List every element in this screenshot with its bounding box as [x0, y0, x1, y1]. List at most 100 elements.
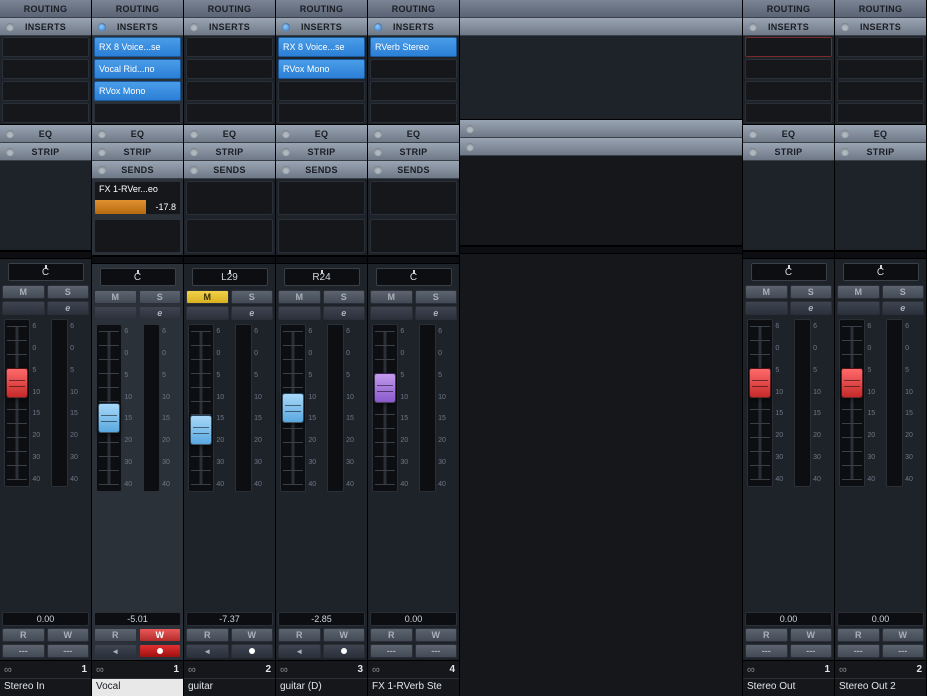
- strip-header[interactable]: STRIP: [835, 143, 926, 161]
- write-button[interactable]: W: [323, 628, 366, 642]
- read-button[interactable]: R: [2, 628, 45, 642]
- insert-slot[interactable]: [745, 59, 832, 79]
- edit-button[interactable]: e: [882, 301, 925, 315]
- insert-slot[interactable]: RVerb Stereo: [370, 37, 457, 57]
- power-dot-icon[interactable]: [841, 23, 849, 31]
- routing-header[interactable]: ROUTING: [276, 0, 367, 18]
- track-name-input[interactable]: guitar: [184, 678, 275, 696]
- power-dot-icon[interactable]: [190, 130, 198, 138]
- fader-knob[interactable]: [282, 393, 304, 423]
- insert-slot[interactable]: [837, 81, 924, 101]
- link-icon[interactable]: ∞: [4, 664, 18, 676]
- record-button[interactable]: [323, 644, 366, 658]
- mute-button[interactable]: M: [278, 290, 321, 304]
- power-dot-icon[interactable]: [282, 130, 290, 138]
- power-dot-icon[interactable]: [374, 166, 382, 174]
- sends-header[interactable]: SENDS: [276, 161, 367, 179]
- fader-value[interactable]: -2.85: [278, 612, 365, 626]
- eq-header[interactable]: EQ: [368, 125, 459, 143]
- power-dot-icon[interactable]: [749, 23, 757, 31]
- edit-button[interactable]: e: [323, 306, 366, 320]
- send-slot[interactable]: [94, 219, 181, 253]
- insert-slot[interactable]: [745, 103, 832, 123]
- insert-slot[interactable]: [370, 81, 457, 101]
- fader-value[interactable]: 0.00: [837, 612, 924, 626]
- sends-header[interactable]: SENDS: [368, 161, 459, 179]
- dash-button[interactable]: ---: [2, 644, 45, 658]
- insert-slot[interactable]: [94, 103, 181, 123]
- power-dot-icon[interactable]: [749, 130, 757, 138]
- edit-button[interactable]: e: [47, 301, 90, 315]
- read-button[interactable]: R: [837, 628, 880, 642]
- link-icon[interactable]: ∞: [188, 664, 202, 676]
- insert-slot[interactable]: [186, 103, 273, 123]
- solo-button[interactable]: S: [323, 290, 366, 304]
- insert-slot[interactable]: RX 8 Voice...se: [94, 37, 181, 57]
- write-button[interactable]: W: [139, 628, 182, 642]
- dash-button[interactable]: ---: [882, 644, 925, 658]
- eq-header[interactable]: EQ: [0, 125, 91, 143]
- fader-knob[interactable]: [374, 373, 396, 403]
- strip-header[interactable]: STRIP: [743, 143, 834, 161]
- power-dot-icon[interactable]: [282, 23, 290, 31]
- mute-button[interactable]: M: [837, 285, 880, 299]
- solo-button[interactable]: S: [231, 290, 274, 304]
- solo-button[interactable]: S: [790, 285, 833, 299]
- read-button[interactable]: R: [745, 628, 788, 642]
- insert-slot[interactable]: RVox Mono: [278, 59, 365, 79]
- strip-header[interactable]: STRIP: [368, 143, 459, 161]
- power-dot-icon[interactable]: [841, 130, 849, 138]
- solo-button[interactable]: S: [139, 290, 182, 304]
- fader-track[interactable]: [188, 324, 214, 492]
- power-dot-icon[interactable]: [190, 166, 198, 174]
- power-dot-icon[interactable]: [6, 148, 14, 156]
- insert-slot[interactable]: [278, 81, 365, 101]
- mute-button[interactable]: M: [370, 290, 413, 304]
- routing-header[interactable]: ROUTING: [184, 0, 275, 18]
- insert-slot[interactable]: [370, 59, 457, 79]
- listen-button[interactable]: [186, 306, 229, 320]
- power-dot-icon[interactable]: [282, 166, 290, 174]
- dash-button[interactable]: ---: [790, 644, 833, 658]
- send-slot[interactable]: FX 1-RVer...eo-17.8: [94, 181, 181, 215]
- send-slot[interactable]: [370, 219, 457, 253]
- power-dot-icon[interactable]: [841, 148, 849, 156]
- inserts-header[interactable]: INSERTS: [92, 18, 183, 36]
- write-button[interactable]: W: [882, 628, 925, 642]
- track-name-input[interactable]: Vocal: [92, 678, 183, 696]
- eq-header[interactable]: EQ: [92, 125, 183, 143]
- dash-button[interactable]: ---: [837, 644, 880, 658]
- solo-button[interactable]: S: [415, 290, 458, 304]
- read-button[interactable]: R: [186, 628, 229, 642]
- send-slot[interactable]: [278, 181, 365, 215]
- read-button[interactable]: R: [278, 628, 321, 642]
- insert-slot[interactable]: [837, 37, 924, 57]
- eq-header-gap[interactable]: [460, 120, 742, 138]
- mute-button[interactable]: M: [94, 290, 137, 304]
- send-slot[interactable]: [370, 181, 457, 215]
- fader-track[interactable]: [96, 324, 122, 492]
- mute-button[interactable]: M: [745, 285, 788, 299]
- power-dot-icon[interactable]: [98, 148, 106, 156]
- mute-button[interactable]: M: [186, 290, 229, 304]
- link-icon[interactable]: ∞: [372, 664, 386, 676]
- pan-display[interactable]: C: [8, 263, 84, 281]
- insert-slot[interactable]: [186, 59, 273, 79]
- pan-display[interactable]: C: [843, 263, 919, 281]
- power-dot-icon[interactable]: [374, 148, 382, 156]
- monitor-button[interactable]: ◄: [186, 644, 229, 658]
- listen-button[interactable]: [837, 301, 880, 315]
- power-dot-icon[interactable]: [749, 148, 757, 156]
- fader-track[interactable]: [839, 319, 865, 487]
- track-name-input[interactable]: Stereo Out: [743, 678, 834, 696]
- send-slot[interactable]: [186, 181, 273, 215]
- send-level-bar[interactable]: [95, 200, 146, 214]
- edit-button[interactable]: e: [415, 306, 458, 320]
- power-dot-icon[interactable]: [98, 23, 106, 31]
- monitor-button[interactable]: ◄: [94, 644, 137, 658]
- inserts-header[interactable]: INSERTS: [743, 18, 834, 36]
- power-dot-icon[interactable]: [98, 166, 106, 174]
- fader-knob[interactable]: [190, 415, 212, 445]
- routing-header[interactable]: ROUTING: [743, 0, 834, 18]
- link-icon[interactable]: ∞: [839, 664, 853, 676]
